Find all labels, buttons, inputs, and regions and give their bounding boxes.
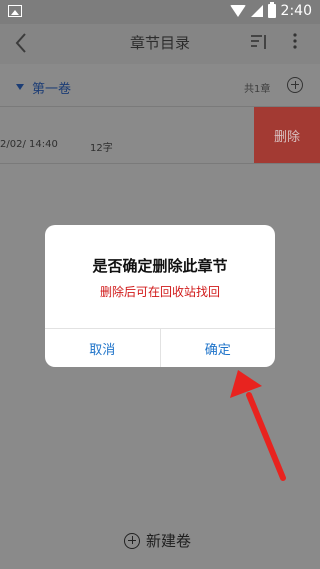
collapse-triangle-icon[interactable] — [16, 84, 24, 90]
wifi-icon — [229, 5, 246, 17]
dialog-button-bar: 取消 确定 — [45, 328, 275, 367]
image-notification-icon — [8, 5, 22, 17]
confirm-delete-dialog: 是否确定删除此章节 删除后可在回收站找回 取消 确定 — [45, 225, 275, 367]
add-chapter-icon[interactable] — [287, 77, 303, 93]
signal-icon — [250, 5, 263, 17]
new-volume-button[interactable]: 新建卷 — [124, 530, 191, 551]
new-volume-label: 新建卷 — [146, 532, 192, 550]
swipe-delete-button[interactable]: 删除 — [254, 107, 320, 163]
more-options-icon[interactable] — [292, 32, 298, 50]
page-title: 章节目录 — [129, 34, 190, 52]
chapter-count: 共1章 — [244, 84, 271, 95]
chapter-item[interactable]: 2/02/ 14:40 12字 删除 — [0, 107, 320, 164]
chapter-word-count: 12字 — [90, 143, 113, 154]
status-time: 2:40 — [280, 3, 312, 19]
sort-icon[interactable] — [250, 33, 268, 51]
status-icons: 2:40 — [229, 2, 312, 19]
dialog-title: 是否确定删除此章节 — [92, 257, 228, 275]
dialog-message: 删除后可在回收站找回 — [99, 285, 220, 299]
battery-icon — [267, 2, 276, 18]
volume-name: 第一卷 — [32, 82, 72, 97]
add-circle-icon — [124, 532, 140, 549]
app-toolbar: 章节目录 — [0, 24, 320, 64]
volume-header[interactable]: 第一卷 共1章 — [0, 66, 320, 107]
confirm-button[interactable]: 确定 — [159, 329, 276, 367]
cancel-button[interactable]: 取消 — [45, 329, 160, 367]
status-bar: 2:40 — [0, 0, 320, 24]
chapter-date: 2/02/ 14:40 — [0, 139, 58, 150]
